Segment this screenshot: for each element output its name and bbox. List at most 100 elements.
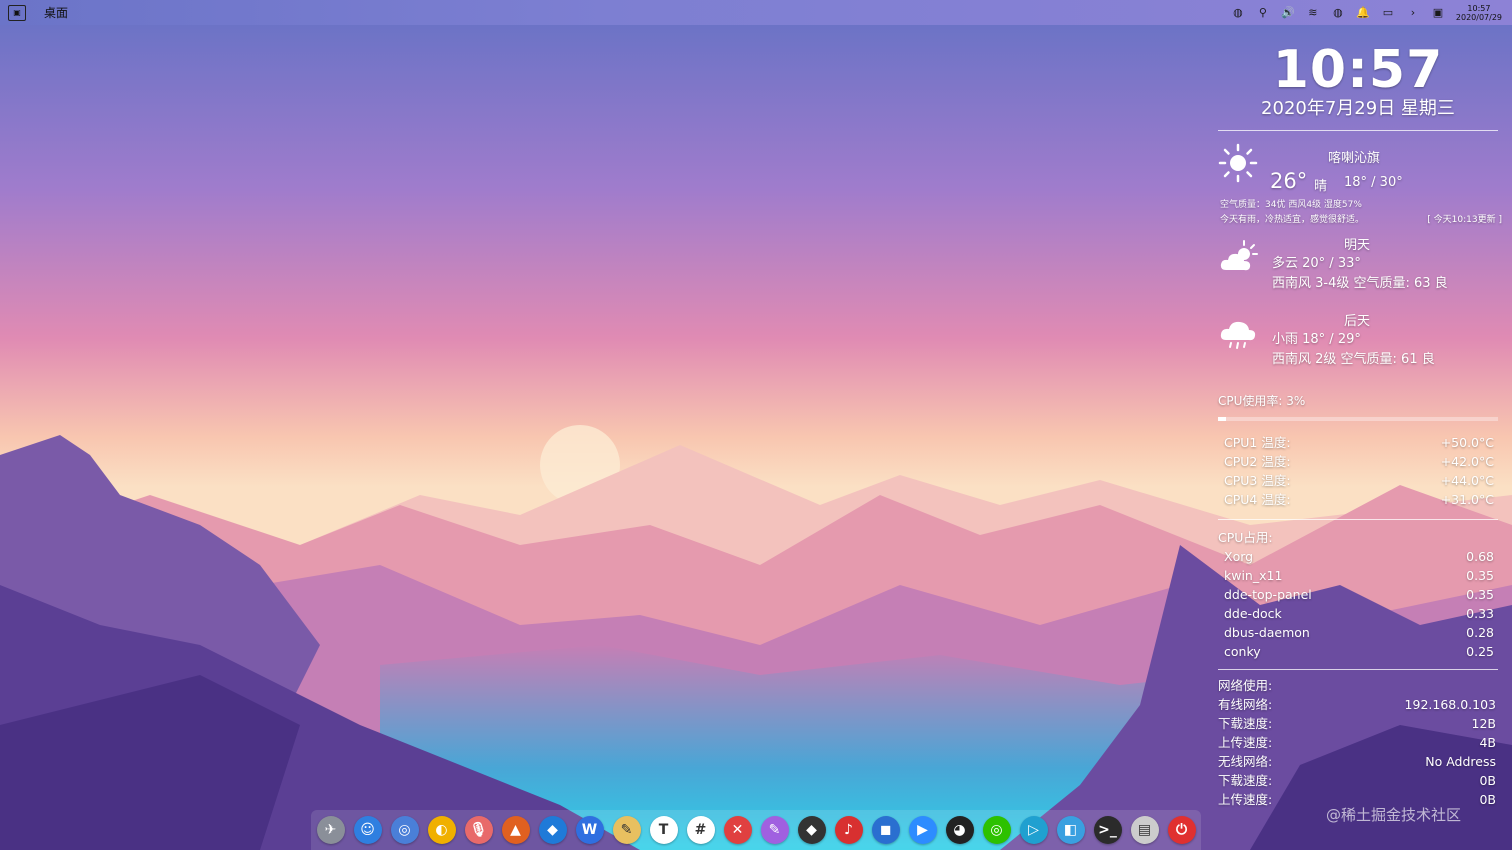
draw-icon[interactable]: ✎ bbox=[760, 816, 789, 844]
partly-cloudy-icon bbox=[1220, 240, 1258, 271]
process-list: Xorg 0.68 kwin_x11 0.35 dde-top-panel 0.35 … bbox=[1218, 547, 1498, 661]
launcher-icon[interactable]: ✈ bbox=[316, 816, 345, 844]
network-row: 下载速度: 0B bbox=[1218, 771, 1498, 790]
weather-note: 今天有雨，冷热适宜，感觉很舒适。 [ 今天10:13更新 ] bbox=[1220, 212, 1502, 225]
recorder-icon[interactable]: 🎙 bbox=[464, 816, 493, 844]
process-value: 0.68 bbox=[1466, 549, 1494, 564]
cpu-usage-bar-fill bbox=[1218, 417, 1227, 421]
panel-clock-time: 10:57 bbox=[1467, 3, 1491, 13]
divider bbox=[1218, 519, 1498, 520]
process-row: dbus-daemon 0.28 bbox=[1218, 623, 1498, 642]
usb-icon[interactable]: ⚲ bbox=[1256, 6, 1270, 19]
network-icon[interactable]: ◍ bbox=[1331, 6, 1345, 19]
process-row: Xorg 0.68 bbox=[1218, 547, 1498, 566]
network-value: 12B bbox=[1471, 716, 1496, 731]
network-value: 192.168.0.103 bbox=[1404, 697, 1496, 712]
process-value: 0.28 bbox=[1466, 625, 1494, 640]
notification-bell-icon[interactable]: 🔔 bbox=[1356, 6, 1370, 19]
network-value: 4B bbox=[1479, 735, 1496, 750]
launcher-icon[interactable]: ▣ bbox=[8, 4, 26, 21]
cpu-temp-row: CPU1 温度: +50.0°C bbox=[1218, 433, 1498, 452]
chevron-right-icon[interactable]: › bbox=[1406, 6, 1420, 19]
qq-icon[interactable]: ◕ bbox=[945, 816, 974, 844]
network-key: 下载速度: bbox=[1218, 716, 1273, 731]
forecast-day-after: 后天 小雨 18° / 29° 西南风 2级 空气质量: 61 良 bbox=[1218, 308, 1498, 384]
typora-icon[interactable]: T bbox=[649, 816, 678, 844]
rain-cloud-icon bbox=[1220, 321, 1256, 349]
wifi-icon[interactable]: ≋ bbox=[1306, 6, 1320, 19]
battery-icon[interactable]: ▭ bbox=[1381, 6, 1395, 19]
zoom-icon[interactable]: ▶ bbox=[908, 816, 937, 844]
network-value: No Address bbox=[1425, 754, 1496, 769]
cpu-temp-value: +31.0°C bbox=[1440, 492, 1494, 507]
cpu-usage-label: CPU使用率: 3% bbox=[1218, 394, 1306, 408]
process-value: 0.33 bbox=[1466, 606, 1494, 621]
forecast-day: 后天 bbox=[1344, 314, 1371, 329]
weather-updated: [ 今天10:13更新 ] bbox=[1427, 215, 1502, 225]
cpu-temp-label: CPU4 温度: bbox=[1224, 492, 1291, 507]
cpu-top-label: CPU占用: bbox=[1218, 530, 1273, 545]
dock: ✈ ☺ ◎ ◐ 🎙 ▲ ◆ W ✎ T # ✕ ✎ ◆ ♪ ◼ ▶ ◕ ◎ ▷ ◧ >_ ▤ ⏻ bbox=[311, 810, 1201, 850]
sun-icon bbox=[1218, 143, 1258, 183]
chrome-icon[interactable]: ◎ bbox=[390, 816, 419, 844]
panel-clock-date: 2020/07/29 bbox=[1455, 12, 1502, 22]
trash-icon[interactable]: ▤ bbox=[1130, 816, 1159, 844]
network-row: 有线网络: 192.168.0.103 bbox=[1218, 695, 1498, 714]
terminal-icon[interactable]: >_ bbox=[1093, 816, 1122, 844]
forecast-temp: 多云 20° / 33° bbox=[1272, 256, 1361, 271]
cpu-temp-row: CPU3 温度: +44.0°C bbox=[1218, 471, 1498, 490]
baidu-netdisk-icon[interactable]: ◼ bbox=[871, 816, 900, 844]
vscode-icon[interactable]: ◆ bbox=[538, 816, 567, 844]
process-value: 0.25 bbox=[1466, 644, 1494, 659]
active-window-title: 桌面 bbox=[44, 6, 69, 20]
watermark: @稀土掘金技术社区 bbox=[1326, 806, 1462, 824]
network-key: 上传速度: bbox=[1218, 792, 1273, 807]
tray-app-icon[interactable]: ▣ bbox=[1431, 6, 1445, 19]
forecast-wind: 西南风 2级 空气质量: 61 良 bbox=[1272, 352, 1435, 367]
netease-music-icon[interactable]: ♪ bbox=[834, 816, 863, 844]
map-icon[interactable]: ◧ bbox=[1056, 816, 1085, 844]
player-icon[interactable]: ▷ bbox=[1019, 816, 1048, 844]
cpu-temp-row: CPU4 温度: +31.0°C bbox=[1218, 490, 1498, 509]
finder-icon[interactable]: ☺ bbox=[353, 816, 382, 844]
volume-icon[interactable]: 🔊 bbox=[1281, 6, 1295, 19]
weather-condition: 晴 bbox=[1314, 179, 1328, 194]
wps-icon[interactable]: W bbox=[575, 816, 604, 844]
weather-range: 18° / 30° bbox=[1344, 175, 1403, 190]
panel-clock[interactable]: 10:57 2020/07/29 bbox=[1456, 4, 1502, 22]
wechat-icon[interactable]: ◎ bbox=[982, 816, 1011, 844]
cpu-temp-row: CPU2 温度: +42.0°C bbox=[1218, 452, 1498, 471]
process-name: Xorg bbox=[1224, 549, 1254, 564]
weather-air: 空气质量：34优 西风4级 湿度57% bbox=[1220, 200, 1362, 210]
divider bbox=[1218, 669, 1498, 670]
process-value: 0.35 bbox=[1466, 587, 1494, 602]
editor-icon[interactable]: ✎ bbox=[612, 816, 641, 844]
globe-icon[interactable]: ◍ bbox=[1231, 6, 1245, 19]
cpu-temp-value: +42.0°C bbox=[1440, 454, 1494, 469]
forecast-day: 明天 bbox=[1344, 238, 1371, 253]
network-key: 无线网络: bbox=[1218, 754, 1273, 769]
network-value: 0B bbox=[1479, 773, 1496, 788]
network-section: 网络使用: 有线网络: 192.168.0.103 下载速度: 12B 上传速度: 4… bbox=[1218, 676, 1498, 809]
power-icon[interactable]: ⏻ bbox=[1167, 816, 1196, 844]
network-label: 网络使用: bbox=[1218, 678, 1273, 693]
process-name: dbus-daemon bbox=[1224, 625, 1310, 640]
weather-note-text: 今天有雨，冷热适宜，感觉很舒适。 bbox=[1220, 215, 1365, 225]
slack-icon[interactable]: # bbox=[686, 816, 715, 844]
cpu-temp-label: CPU2 温度: bbox=[1224, 454, 1291, 469]
inkscape-icon[interactable]: ◆ bbox=[797, 816, 826, 844]
network-value: 0B bbox=[1479, 792, 1496, 807]
xmind-icon[interactable]: ✕ bbox=[723, 816, 752, 844]
cpu-temp-label: CPU3 温度: bbox=[1224, 473, 1291, 488]
browser-icon[interactable]: ◐ bbox=[427, 816, 456, 844]
network-key: 下载速度: bbox=[1218, 773, 1273, 788]
cpu-temp-label: CPU1 温度: bbox=[1224, 435, 1291, 450]
weather-temp: 26° bbox=[1270, 169, 1308, 193]
process-row: dde-dock 0.33 bbox=[1218, 604, 1498, 623]
matlab-icon[interactable]: ▲ bbox=[501, 816, 530, 844]
network-row: 上传速度: 4B bbox=[1218, 733, 1498, 752]
network-row: 下载速度: 12B bbox=[1218, 714, 1498, 733]
process-name: dde-dock bbox=[1224, 606, 1282, 621]
process-name: conky bbox=[1224, 644, 1261, 659]
divider bbox=[1218, 130, 1498, 131]
